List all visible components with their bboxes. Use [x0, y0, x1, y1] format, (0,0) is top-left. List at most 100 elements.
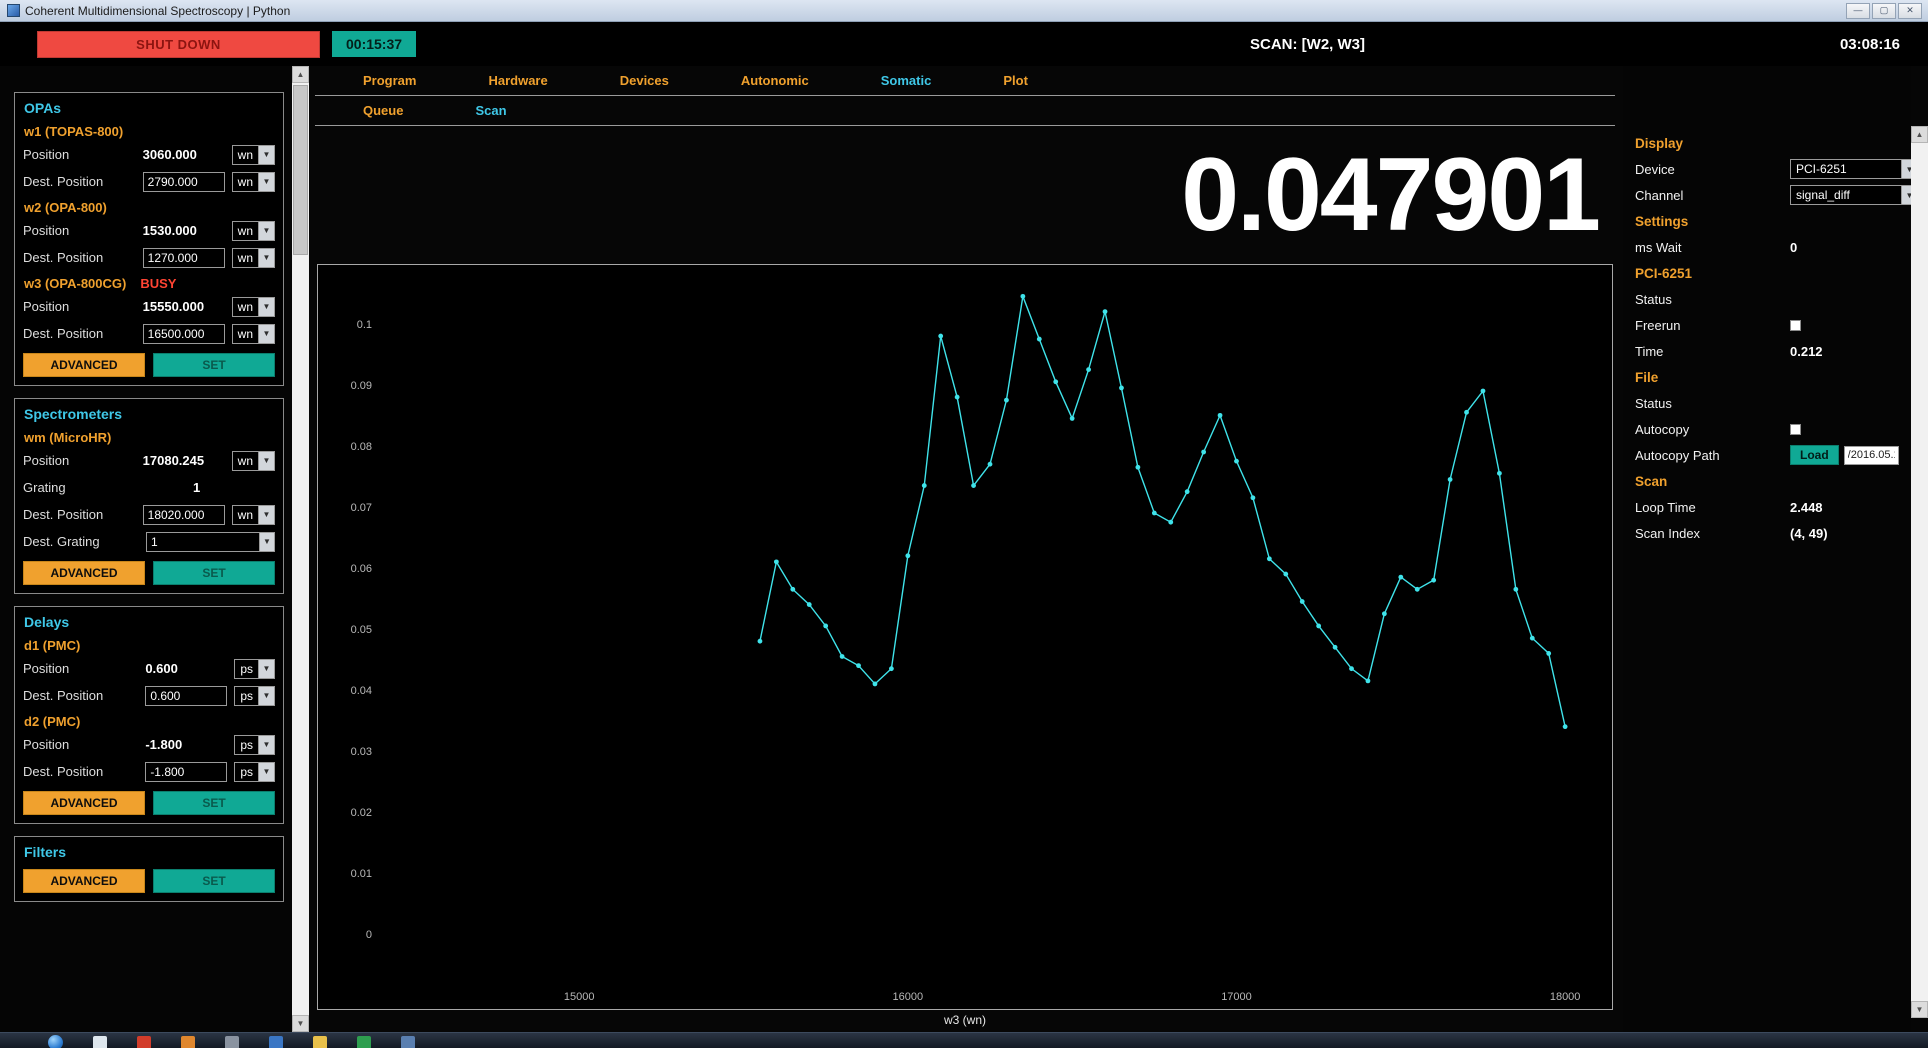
taskbar-icon-app-3[interactable] [181, 1036, 195, 1048]
units-dropdown[interactable]: ps▼ [234, 659, 275, 679]
setting-label: Time [1635, 344, 1790, 359]
data-point-marker [1218, 413, 1223, 418]
data-point-marker [1053, 379, 1058, 384]
chevron-down-icon: ▼ [258, 173, 274, 191]
units-dropdown[interactable]: wn▼ [232, 172, 275, 192]
freerun-checkbox[interactable] [1790, 320, 1801, 331]
taskbar-icon-app-5[interactable] [269, 1036, 283, 1048]
panel-filters: FiltersADVANCEDSET [14, 836, 284, 902]
dest-position-input[interactable] [143, 505, 225, 525]
row-dest-grating: Dest. Grating▼ [15, 528, 283, 555]
tab-somatic[interactable]: Somatic [881, 73, 932, 88]
setting-label: ms Wait [1635, 240, 1790, 255]
units-dropdown[interactable]: wn▼ [232, 324, 275, 344]
units-dropdown[interactable]: ps▼ [234, 762, 275, 782]
minimize-button[interactable]: — [1846, 3, 1870, 19]
dest-grating-input[interactable] [146, 532, 259, 552]
advanced-button[interactable]: ADVANCED [23, 353, 145, 377]
setting-device: DevicePCI-6251▼ [1623, 156, 1911, 182]
channel-dropdown[interactable]: signal_diff▼ [1790, 185, 1911, 205]
data-point-marker [1135, 465, 1140, 470]
scrollbar-track[interactable] [292, 83, 309, 1015]
set-button[interactable]: SET [153, 869, 275, 893]
autocopy-path-input[interactable] [1844, 446, 1899, 465]
units-dropdown[interactable]: wn▼ [232, 297, 275, 317]
row-label: Dest. Position [23, 326, 136, 341]
chevron-down-icon: ▼ [258, 660, 274, 678]
data-point-marker [1234, 459, 1239, 464]
load-button[interactable]: Load [1790, 445, 1839, 465]
dest-position-input[interactable] [143, 248, 225, 268]
taskbar-icon-app-7[interactable] [357, 1036, 371, 1048]
scan-plot-box: 00.010.020.030.040.050.060.070.080.090.1… [317, 264, 1613, 1010]
set-button[interactable]: SET [153, 353, 275, 377]
dropdown-value: wn [233, 452, 258, 470]
tab-scan[interactable]: Scan [475, 103, 506, 118]
scroll-up-icon[interactable]: ▲ [292, 66, 309, 83]
chevron-down-icon: ▼ [258, 325, 274, 343]
maximize-button[interactable]: ▢ [1872, 3, 1896, 19]
units-dropdown[interactable]: wn▼ [232, 451, 275, 471]
scan-line-chart: 00.010.020.030.040.050.060.070.080.090.1… [318, 265, 1612, 1009]
axis-tick-label: 16000 [893, 991, 924, 1003]
advanced-button[interactable]: ADVANCED [23, 869, 145, 893]
taskbar-icon-app-2[interactable] [137, 1036, 151, 1048]
axis-tick-label: 15000 [564, 991, 595, 1003]
taskbar-icon-app-4[interactable] [225, 1036, 239, 1048]
taskbar-icon-app-1[interactable] [93, 1036, 107, 1048]
advanced-button[interactable]: ADVANCED [23, 561, 145, 585]
units-dropdown[interactable]: wn▼ [232, 505, 275, 525]
data-point-marker [840, 654, 845, 659]
taskbar-icon-app-6[interactable] [313, 1036, 327, 1048]
units-dropdown[interactable]: wn▼ [232, 145, 275, 165]
axis-tick-label: 0.1 [357, 319, 372, 331]
data-point-marker [1086, 367, 1091, 372]
tab-hardware[interactable]: Hardware [488, 73, 547, 88]
tab-queue[interactable]: Queue [363, 103, 403, 118]
hardware-name-label: d1 (PMC) [24, 638, 80, 653]
application-window: Coherent Multidimensional Spectroscopy |… [0, 0, 1928, 1048]
scroll-down-icon[interactable]: ▼ [1911, 1001, 1928, 1018]
taskbar-icon-app-8[interactable] [401, 1036, 415, 1048]
data-point-marker [955, 395, 960, 400]
advanced-button[interactable]: ADVANCED [23, 791, 145, 815]
set-button[interactable]: SET [153, 561, 275, 585]
shutdown-button[interactable]: SHUT DOWN [37, 31, 320, 58]
tab-plot[interactable]: Plot [1003, 73, 1028, 88]
autocopy-checkbox[interactable] [1790, 424, 1801, 435]
dropdown-value: ps [235, 736, 258, 754]
tab-devices[interactable]: Devices [620, 73, 669, 88]
scroll-up-icon[interactable]: ▲ [1911, 126, 1928, 143]
set-button[interactable]: SET [153, 791, 275, 815]
device-dropdown[interactable]: PCI-6251▼ [1790, 159, 1911, 179]
dest-position-input[interactable] [143, 172, 225, 192]
units-dropdown[interactable]: ps▼ [234, 686, 275, 706]
chevron-down-icon: ▼ [1901, 186, 1911, 204]
sidebar-scrollbar[interactable]: ▲ ▼ [292, 66, 309, 1032]
tab-program[interactable]: Program [363, 73, 416, 88]
units-dropdown[interactable]: wn▼ [232, 248, 275, 268]
dest-position-input[interactable] [143, 324, 225, 344]
dest-position-input[interactable] [145, 686, 227, 706]
chevron-down-icon[interactable]: ▼ [259, 532, 275, 552]
data-point-marker [856, 663, 861, 668]
scrollbar-track[interactable] [1911, 143, 1928, 1001]
dest-position-input[interactable] [145, 762, 227, 782]
close-button[interactable]: ✕ [1898, 3, 1922, 19]
scrollbar-thumb[interactable] [293, 85, 308, 255]
row-label: Dest. Position [23, 250, 136, 265]
tab-autonomic[interactable]: Autonomic [741, 73, 809, 88]
data-point-marker [1037, 337, 1042, 342]
hardware-name: d2 (PMC) [15, 709, 283, 731]
settings-scrollbar[interactable]: ▲ ▼ [1911, 126, 1928, 1018]
panel-title: Delays [15, 607, 283, 633]
dropdown-value: wn [233, 325, 258, 343]
units-dropdown[interactable]: ps▼ [234, 735, 275, 755]
row-label: Dest. Position [23, 507, 136, 522]
row-position: Position0.600ps▼ [15, 655, 283, 682]
units-dropdown[interactable]: wn▼ [232, 221, 275, 241]
start-button-icon[interactable] [48, 1035, 63, 1048]
scroll-down-icon[interactable]: ▼ [292, 1015, 309, 1032]
data-point-marker [1530, 636, 1535, 641]
signal-trace [760, 296, 1565, 726]
